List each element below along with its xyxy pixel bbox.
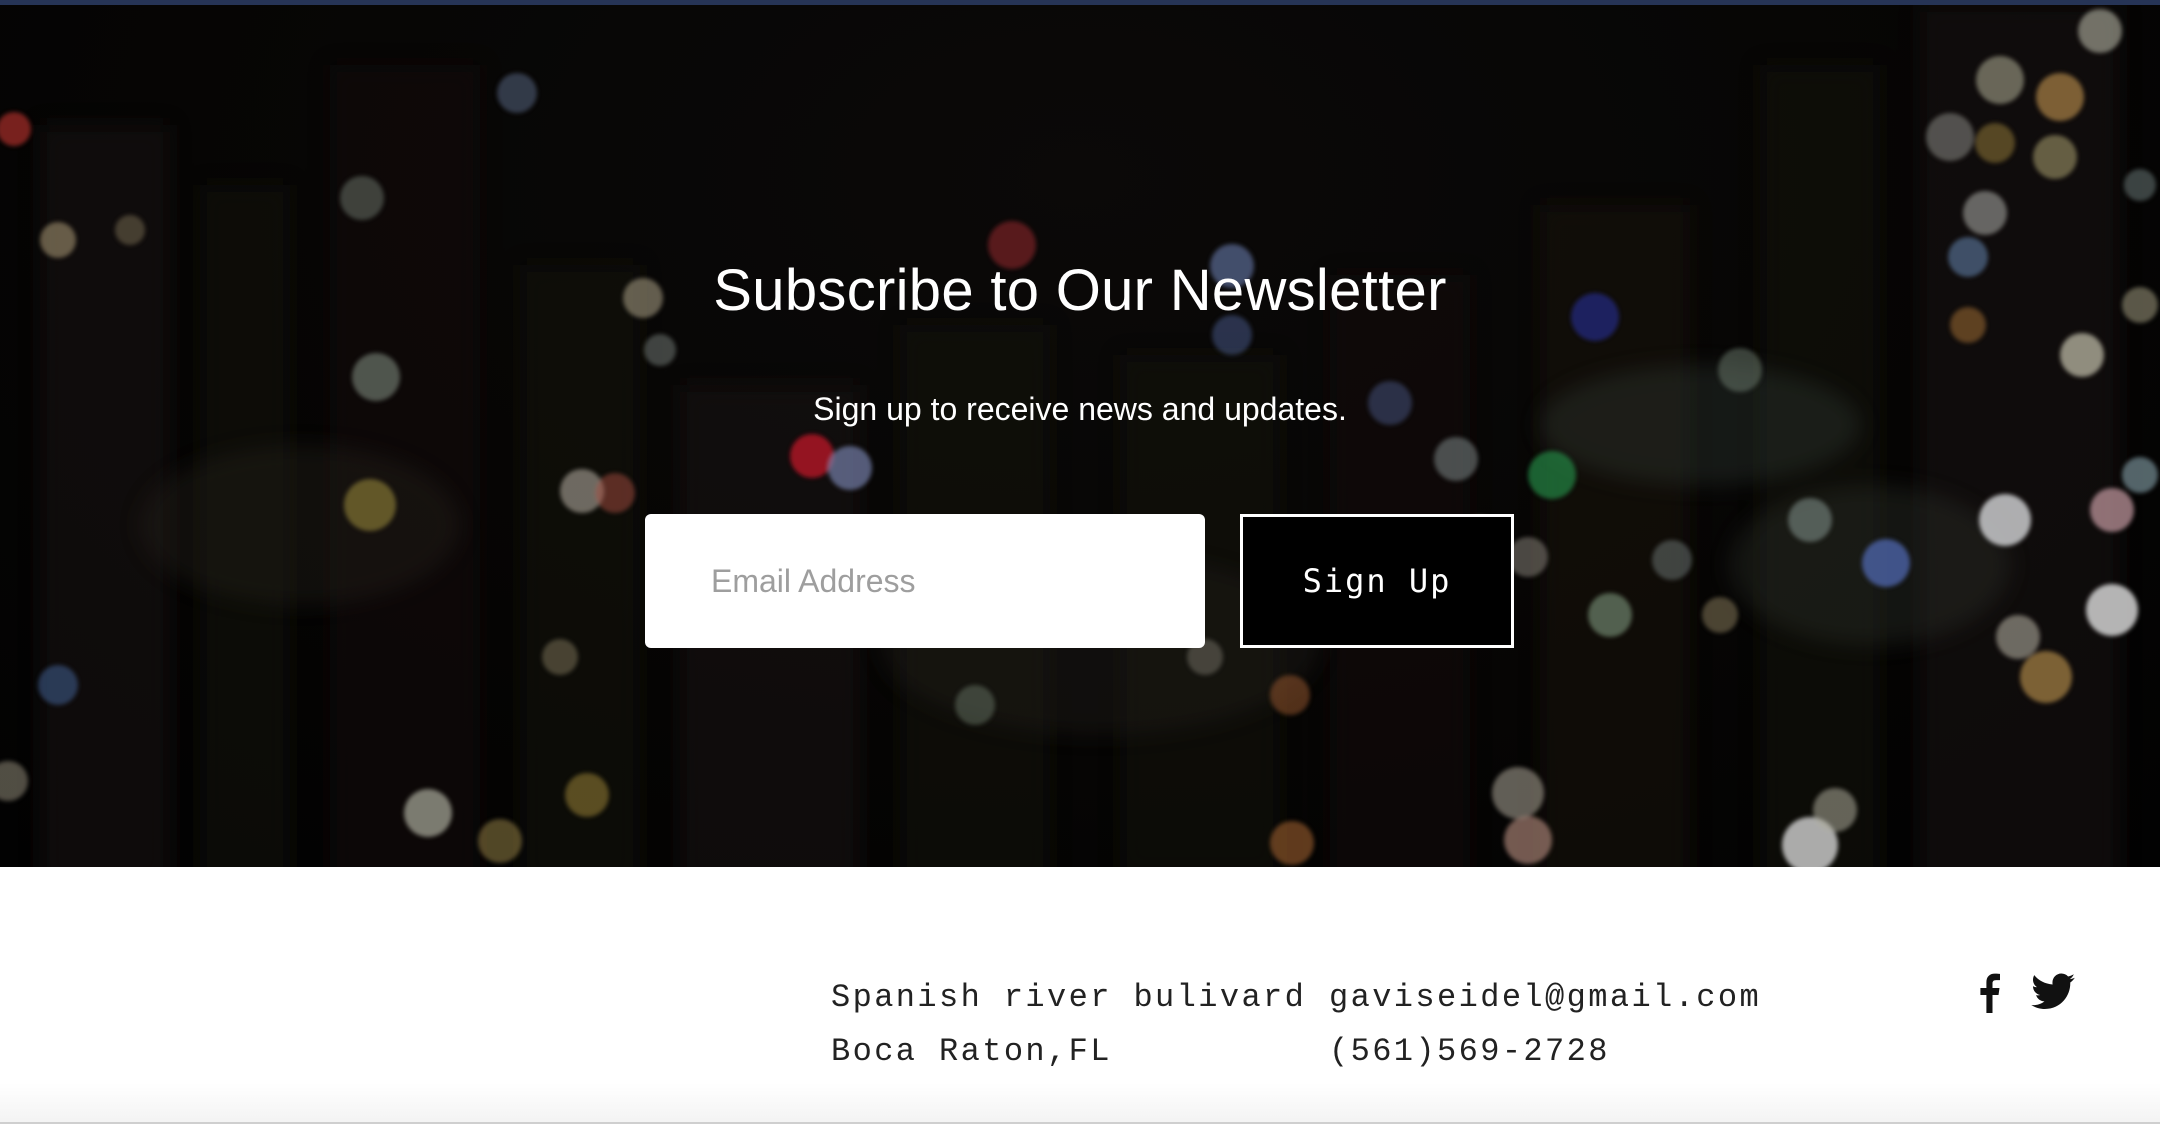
address-line-1: Spanish river bulivard	[831, 979, 1307, 1016]
email-input[interactable]	[645, 514, 1205, 648]
newsletter-section: Subscribe to Our Newsletter Sign up to r…	[0, 5, 2160, 867]
footer: Spanish river bulivard Boca Raton,FL gav…	[0, 867, 2160, 1124]
newsletter-subtitle: Sign up to receive news and updates.	[813, 391, 1347, 427]
address-line-2: Boca Raton,FL	[831, 1033, 1112, 1070]
newsletter-content: Subscribe to Our Newsletter Sign up to r…	[0, 5, 2160, 867]
twitter-icon[interactable]	[2031, 973, 2075, 1013]
facebook-icon[interactable]	[1970, 973, 2010, 1013]
newsletter-title: Subscribe to Our Newsletter	[713, 258, 1447, 323]
contact-email[interactable]: gaviseidel@gmail.com	[1329, 979, 1761, 1016]
contact-phone[interactable]: (561)569-2728	[1329, 1033, 1610, 1070]
sign-up-button[interactable]: Sign Up	[1240, 514, 1514, 648]
